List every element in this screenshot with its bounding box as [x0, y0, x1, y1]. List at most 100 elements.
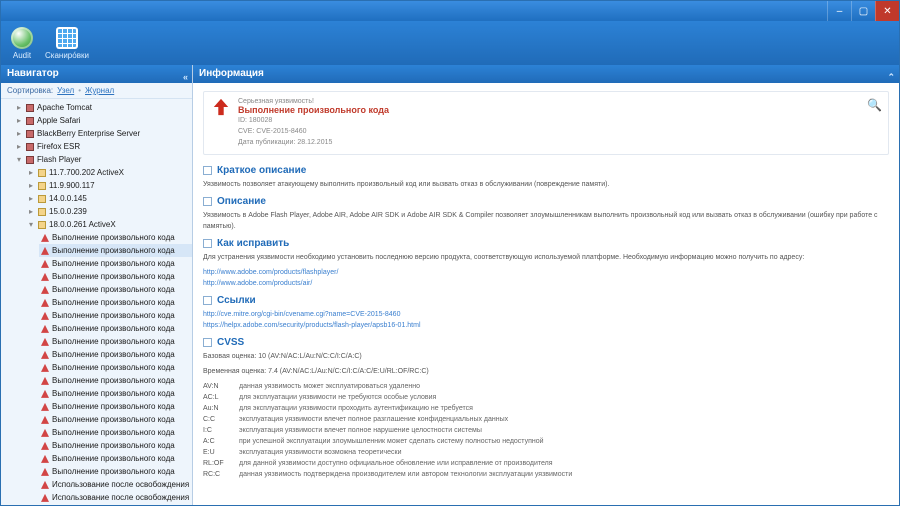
tree-expand-icon[interactable]: ▸: [29, 205, 38, 218]
tree-version-item[interactable]: ▸14.0.0.145: [27, 192, 192, 205]
file-icon: [38, 182, 46, 190]
fix-link[interactable]: http://www.adobe.com/products/flashplaye…: [203, 267, 889, 278]
ribbon-audit-label: Audit: [13, 51, 31, 60]
cvss-row: E:Uэксплуатация уязвимости возможна теор…: [203, 447, 889, 458]
tree-expand-icon[interactable]: ▸: [29, 166, 38, 179]
info-panel: Информация ⌃ Серьезная уязвимость! Выпол…: [193, 65, 899, 505]
ribbon-scans-button[interactable]: Сканиро́вки: [45, 27, 89, 60]
tree-vulnerability-item[interactable]: Выполнение произвольного кода: [39, 361, 192, 374]
tree-vulnerability-item[interactable]: Выполнение произвольного кода: [39, 348, 192, 361]
cvss-key: C:C: [203, 414, 231, 425]
app-window: – ▢ ✕ Audit Сканиро́вки Навигатор « Сорт…: [0, 0, 900, 506]
tree-product-item[interactable]: ▸Firefox ESR: [15, 140, 192, 153]
vulnerability-icon: [41, 247, 49, 255]
tree-product-item[interactable]: ▸BlackBerry Enterprise Server: [15, 127, 192, 140]
tree-version-item[interactable]: ▾18.0.0.261 ActiveXВыполнение произвольн…: [27, 218, 192, 505]
file-icon: [38, 169, 46, 177]
tree-vulnerability-item[interactable]: Выполнение произвольного кода: [39, 426, 192, 439]
vulnerability-icon: [41, 377, 49, 385]
tree-vulnerability-item[interactable]: Выполнение произвольного кода: [39, 439, 192, 452]
vulnerability-icon: [41, 351, 49, 359]
vulnerability-heading: Серьезная уязвимость! Выполнение произво…: [238, 98, 389, 148]
tree-vulnerability-item[interactable]: Выполнение произвольного кода: [39, 465, 192, 478]
ribbon-audit-button[interactable]: Audit: [11, 27, 33, 60]
cvss-key: Au:N: [203, 403, 231, 414]
window-close-button[interactable]: ✕: [875, 1, 899, 21]
navigator-title: Навигатор: [7, 68, 59, 79]
section-title: CVSS: [203, 337, 889, 348]
tree-expand-icon[interactable]: ▸: [29, 179, 38, 192]
ribbon-scans-label: Сканиро́вки: [45, 51, 89, 60]
tree-product-item[interactable]: ▸Apache Tomcat: [15, 101, 192, 114]
tree-vulnerability-item[interactable]: Выполнение произвольного кода: [39, 244, 192, 257]
tree-vulnerability-item[interactable]: Выполнение произвольного кода: [39, 283, 192, 296]
tree-product-item[interactable]: ▾Flash Player▸11.7.700.202 ActiveX▸11.9.…: [15, 153, 192, 505]
section-title: Ссылки: [203, 295, 889, 306]
tree-vulnerability-item[interactable]: Выполнение произвольного кода: [39, 400, 192, 413]
tree-vulnerability-item[interactable]: Использование после освобождения: [39, 504, 192, 505]
fix-link[interactable]: http://www.adobe.com/products/air/: [203, 278, 889, 289]
book-icon: [26, 130, 34, 138]
panel-collapse-icon[interactable]: «: [183, 68, 188, 86]
vulnerability-id: ID: 180028: [238, 115, 389, 126]
reference-link[interactable]: http://cve.mitre.org/cgi-bin/cvename.cgi…: [203, 309, 889, 320]
tree-vulnerability-item[interactable]: Выполнение произвольного кода: [39, 270, 192, 283]
cvss-row: C:C эксплуатация уязвимости влечет полное…: [203, 414, 889, 425]
vulnerability-icon: [41, 286, 49, 294]
vulnerability-icon: [41, 442, 49, 450]
tree-vulnerability-item[interactable]: Выполнение произвольного кода: [39, 374, 192, 387]
vulnerability-icon: [41, 364, 49, 372]
cvss-key: RC:C: [203, 469, 231, 480]
magnifier-icon[interactable]: 🔍: [867, 98, 882, 112]
tree-vulnerability-item[interactable]: Использование после освобождения: [39, 491, 192, 504]
vulnerability-icon: [41, 455, 49, 463]
cvss-key: E:U: [203, 447, 231, 458]
tree-vulnerability-item[interactable]: Выполнение произвольного кода: [39, 413, 192, 426]
tree-version-item[interactable]: ▸11.9.900.117: [27, 179, 192, 192]
sort-by-journal-link[interactable]: Журнал: [85, 86, 114, 95]
file-icon: [38, 208, 46, 216]
window-maximize-button[interactable]: ▢: [851, 1, 875, 21]
tree-vulnerability-item[interactable]: Выполнение произвольного кода: [39, 322, 192, 335]
section-text: Уязвимость позволяет атакующему выполнит…: [203, 179, 889, 190]
file-icon: [38, 195, 46, 203]
reference-link[interactable]: https://helpx.adobe.com/security/product…: [203, 320, 889, 331]
section-text: Для устранения уязвимости необходимо уст…: [203, 252, 889, 263]
tree-version-item[interactable]: ▸15.0.0.239: [27, 205, 192, 218]
tree-expand-icon[interactable]: ▸: [17, 101, 26, 114]
tree-product-item[interactable]: ▸Apple Safari: [15, 114, 192, 127]
info-body[interactable]: Серьезная уязвимость! Выполнение произво…: [193, 83, 899, 505]
tree-vulnerability-item[interactable]: Выполнение произвольного кода: [39, 387, 192, 400]
cvss-value: эксплуатация уязвимости влечет полное ра…: [239, 414, 508, 425]
vulnerability-tree: ▸Apache Tomcat▸Apple Safari▸BlackBerry E…: [1, 99, 192, 505]
cvss-value: при успешной эксплуатации злоумышленник …: [239, 436, 544, 447]
info-collapse-icon[interactable]: ⌃: [887, 68, 895, 86]
navigator-header: Навигатор «: [1, 65, 192, 83]
tree-vulnerability-item[interactable]: Выполнение произвольного кода: [39, 335, 192, 348]
tree-expand-icon[interactable]: ▸: [29, 192, 38, 205]
tree-vulnerability-item[interactable]: Выполнение произвольного кода: [39, 231, 192, 244]
window-minimize-button[interactable]: –: [827, 1, 851, 21]
tree-vulnerability-item[interactable]: Использование после освобождения: [39, 478, 192, 491]
tree-collapse-icon[interactable]: ▾: [29, 218, 38, 231]
tree-vulnerability-item[interactable]: Выполнение произвольного кода: [39, 452, 192, 465]
tree-vulnerability-item[interactable]: Выполнение произвольного кода: [39, 309, 192, 322]
cvss-row: AC:Lдля эксплуатации уязвимости не требу…: [203, 392, 889, 403]
cvss-key: AV:N: [203, 381, 231, 392]
tree-vulnerability-item[interactable]: Выполнение произвольного кода: [39, 296, 192, 309]
tree-scroll[interactable]: ▸Apache Tomcat▸Apple Safari▸BlackBerry E…: [1, 99, 192, 505]
cvss-row: A:Cпри успешной эксплуатации злоумышленн…: [203, 436, 889, 447]
cvss-value: данная уязвимость может эксплуатироватьс…: [239, 381, 420, 392]
tree-vulnerability-item[interactable]: Выполнение произвольного кода: [39, 257, 192, 270]
tree-expand-icon[interactable]: ▸: [17, 114, 26, 127]
book-icon: [26, 156, 34, 164]
vulnerability-card: Серьезная уязвимость! Выполнение произво…: [203, 91, 889, 155]
cvss-value: для эксплуатации уязвимости не требуются…: [239, 392, 436, 403]
vulnerability-icon: [41, 481, 49, 489]
vulnerability-icon: [41, 429, 49, 437]
tree-collapse-icon[interactable]: ▾: [17, 153, 26, 166]
sort-by-node-link[interactable]: Узел: [57, 86, 74, 95]
tree-expand-icon[interactable]: ▸: [17, 127, 26, 140]
tree-version-item[interactable]: ▸11.7.700.202 ActiveX: [27, 166, 192, 179]
tree-expand-icon[interactable]: ▸: [17, 140, 26, 153]
